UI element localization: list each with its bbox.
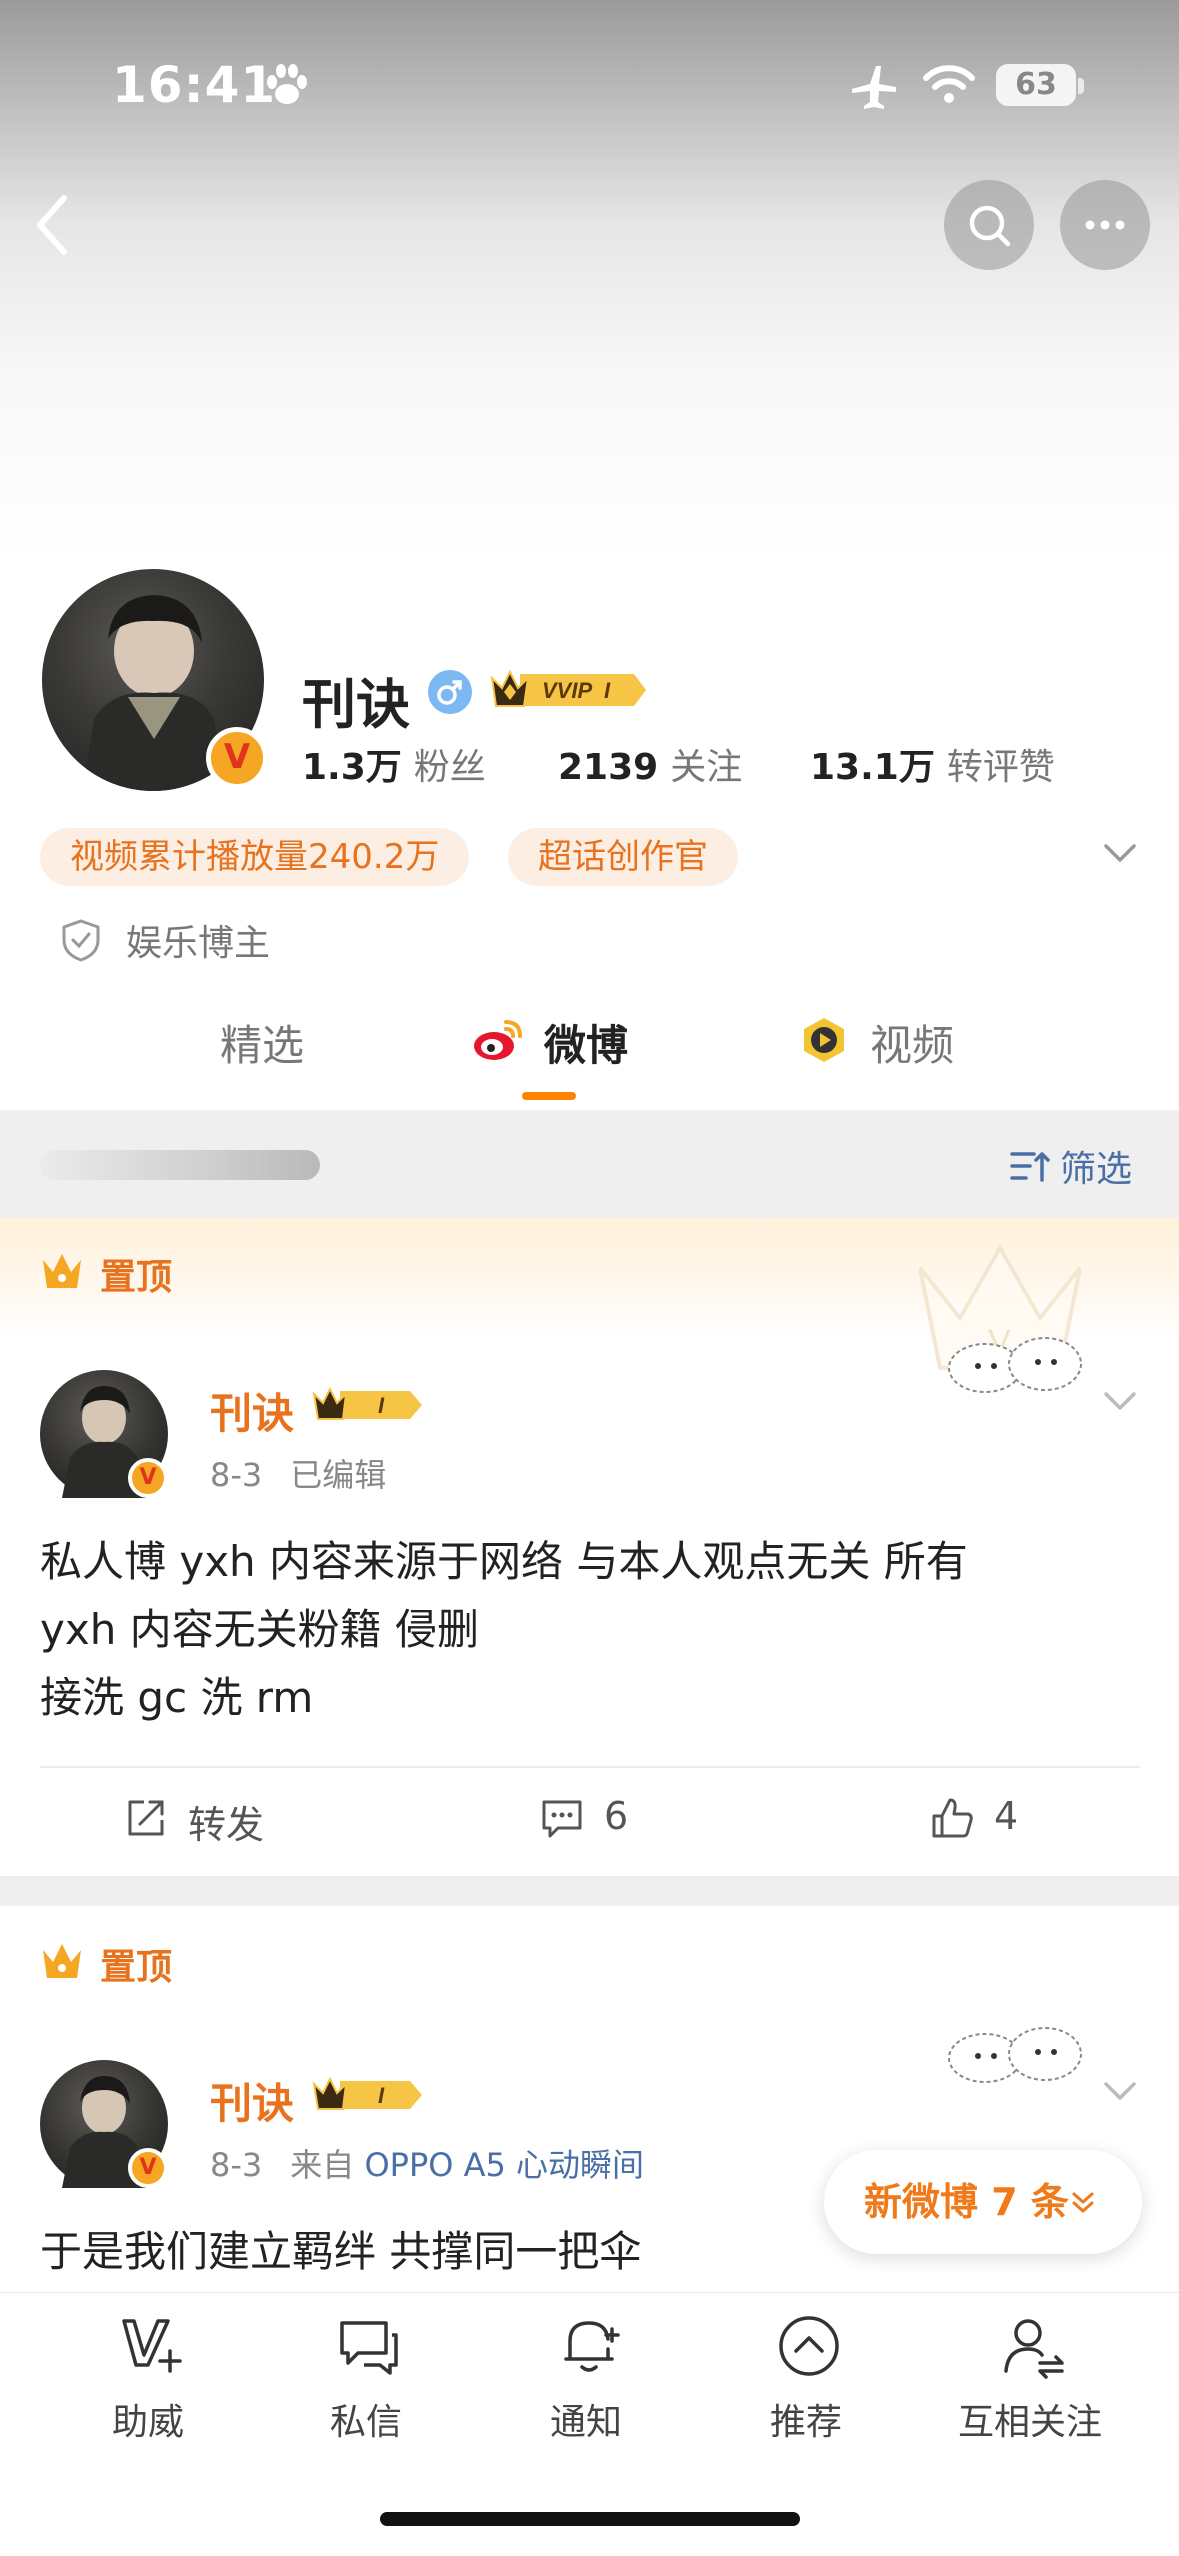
recommend-icon: [779, 2316, 839, 2376]
nav-cheer[interactable]: 助威: [58, 2313, 238, 2463]
vvip-badge-icon[interactable]: VVIP I: [486, 666, 650, 714]
post-divider: [40, 1766, 1140, 1768]
nav-notifications[interactable]: 通知: [496, 2313, 676, 2463]
post-date: 8-3: [210, 2146, 263, 2184]
cat-sticker-icon: [948, 1337, 1082, 1393]
post-menu-chevron-icon[interactable]: [1098, 2076, 1142, 2106]
nav-recommend[interactable]: 推荐: [716, 2313, 896, 2463]
category-label: 娱乐博主: [126, 923, 271, 964]
profile-avatar[interactable]: V: [38, 565, 268, 795]
nav-notifications-label: 通知: [549, 2402, 622, 2443]
post-body[interactable]: 私人博 yxh 内容来源于网络 与本人观点无关 所有 yxh 内容无关粉籍 侵删…: [40, 1528, 1140, 1732]
thumbs-up-icon: [932, 1798, 973, 1838]
mutual-follow-icon: [1004, 2319, 1064, 2379]
more-button[interactable]: [1060, 180, 1150, 270]
nav-mutual-follow[interactable]: 互相关注: [940, 2313, 1120, 2463]
cheer-icon: [122, 2319, 182, 2373]
repost-label: 转发: [188, 1803, 265, 1847]
following-count: 2139: [558, 747, 659, 788]
pinned-label: 置顶: [100, 1947, 173, 1988]
post-menu-chevron-icon[interactable]: [1098, 1386, 1142, 1416]
active-tab-indicator: [522, 1092, 576, 1100]
male-gender-icon: [428, 670, 472, 714]
paw-icon: [267, 64, 307, 104]
nav-cheer-label: 助威: [111, 2402, 184, 2443]
post-source-link[interactable]: OPPO A5 心动瞬间: [364, 2146, 644, 2184]
tab-weibo-label: 微博: [544, 1021, 629, 1070]
tab-video-label: 视频: [870, 1021, 955, 1070]
back-icon[interactable]: [28, 190, 78, 260]
interactions-stat[interactable]: 13.1万 转评赞: [810, 738, 1055, 790]
search-button[interactable]: [944, 180, 1034, 270]
status-time: 16:41: [112, 56, 277, 114]
post-author-name[interactable]: 刊诀: [210, 1380, 294, 1441]
followers-count: 1.3万: [302, 747, 402, 788]
filter-label: 筛选: [1060, 1149, 1133, 1190]
nav-messages[interactable]: 私信: [276, 2313, 456, 2463]
post-date: 8-3: [210, 1456, 263, 1494]
shield-check-icon: [62, 919, 100, 962]
tag-video-plays[interactable]: 视频累计播放量240.2万: [40, 828, 470, 886]
post-line: yxh 内容无关粉籍 侵删: [40, 1605, 480, 1654]
bell-icon: [564, 2321, 620, 2372]
post-actions: 转发 6 4: [0, 1790, 1179, 1850]
filter-bar: 筛选: [0, 1110, 1179, 1218]
profile-name: 刊诀: [302, 673, 410, 736]
verified-badge-icon: V: [206, 727, 268, 789]
post-verified-icon: V: [128, 2148, 168, 2188]
nav-recommend-label: 推荐: [769, 2402, 842, 2443]
section-separator: [0, 1876, 1179, 1906]
following-stat[interactable]: 2139 关注: [558, 738, 742, 790]
message-icon: [340, 2321, 398, 2375]
following-label: 关注: [670, 747, 743, 788]
blurred-content: [40, 1150, 320, 1180]
airplane-mode-icon: [852, 66, 896, 109]
double-chevron-down-icon: [1072, 2192, 1094, 2213]
vip-badge-icon[interactable]: I: [310, 2074, 426, 2116]
nav-messages-label: 私信: [329, 2402, 402, 2443]
followers-stat[interactable]: 1.3万 粉丝: [302, 738, 486, 790]
wifi-icon: [923, 65, 975, 103]
pinned-label: 置顶: [100, 1257, 173, 1298]
like-count: 4: [994, 1794, 1019, 1838]
status-bar: 16:41 63: [0, 0, 1179, 150]
new-posts-button[interactable]: 新微博 7 条: [824, 2150, 1142, 2254]
post-meta: 8-3 来自 OPPO A5 心动瞬间: [210, 2140, 644, 2186]
followers-label: 粉丝: [413, 747, 486, 788]
repost-icon: [128, 1800, 164, 1836]
search-icon: [969, 205, 1011, 247]
tab-featured-label: 精选: [220, 1021, 305, 1070]
comment-count: 6: [604, 1794, 629, 1838]
interactions-label: 转评赞: [946, 747, 1055, 788]
home-indicator[interactable]: [380, 2512, 800, 2526]
vvip-level: I: [604, 678, 611, 703]
chevron-down-icon[interactable]: [1098, 838, 1142, 868]
weibo-logo-icon: [474, 1020, 522, 1060]
crown-icon: [43, 1254, 81, 1288]
post-verified-icon: V: [128, 1458, 168, 1498]
comment-icon: [542, 1800, 582, 1838]
post-vip-level: I: [378, 1393, 385, 1418]
tag-super-topic-creator[interactable]: 超话创作官: [508, 828, 738, 886]
post-edited-label: 已编辑: [290, 1456, 387, 1494]
post-source-prefix: 来自: [290, 2146, 355, 2184]
more-icon: [1085, 220, 1125, 230]
vip-badge-icon[interactable]: I: [310, 1384, 426, 1426]
video-icon: [804, 1018, 844, 1062]
nav-mutual-follow-label: 互相关注: [957, 2402, 1102, 2443]
new-posts-label: 新微博 7 条: [864, 2180, 1069, 2224]
battery-tip: [1078, 78, 1084, 94]
battery-level: 63: [996, 64, 1076, 106]
interactions-count: 13.1万: [810, 747, 935, 788]
filter-icon: [1010, 1152, 1050, 1182]
cat-sticker-icon: [948, 2027, 1082, 2083]
post-vip-level: I: [378, 2083, 385, 2108]
post-author-name[interactable]: 刊诀: [210, 2070, 294, 2131]
post-line: 接洗 gc 洗 rm: [40, 1673, 314, 1722]
post-line: 私人博 yxh 内容来源于网络 与本人观点无关 所有: [40, 1537, 968, 1586]
post-meta: 8-3 已编辑: [210, 1450, 386, 1496]
profile-tabs: 精选 微博 视频: [0, 1000, 1179, 1110]
vvip-label: VVIP: [542, 678, 592, 703]
crown-icon: [43, 1944, 81, 1978]
